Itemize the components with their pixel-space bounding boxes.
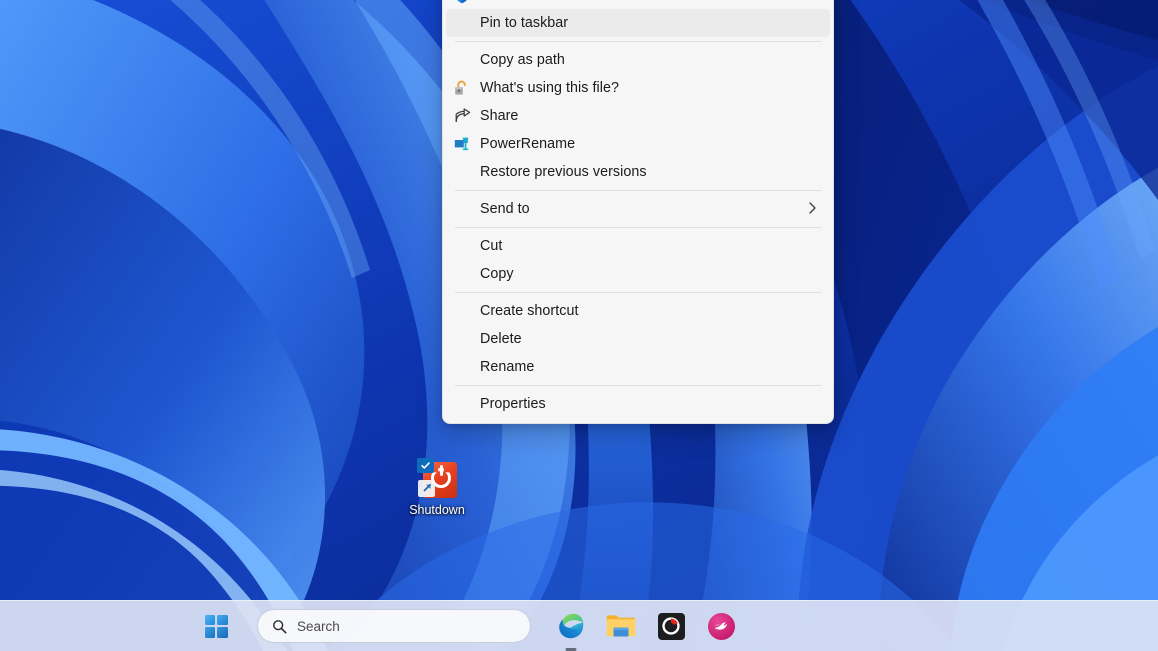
search-box[interactable]: Search xyxy=(257,609,531,643)
menu-item-label: Restore previous versions xyxy=(480,164,820,180)
shutdown-shortcut-icon xyxy=(416,458,458,500)
powerrename-icon xyxy=(454,134,480,154)
menu-item-label: Create shortcut xyxy=(480,303,820,319)
folder-icon xyxy=(606,614,636,638)
menu-item-create-shortcut[interactable]: Create shortcut xyxy=(446,297,830,325)
no-icon xyxy=(454,301,480,321)
menu-item-scan-with-defender[interactable]: Scan with Microsoft Defender… xyxy=(446,0,830,9)
menu-item-label: Copy as path xyxy=(480,52,820,68)
menu-item-label: Copy xyxy=(480,266,820,282)
desktop-icon-label: Shutdown xyxy=(409,503,465,518)
menu-item-share[interactable]: Share xyxy=(446,102,830,130)
dark-ring-app-icon xyxy=(658,613,685,640)
no-icon xyxy=(454,199,480,219)
menu-item-label: Properties xyxy=(480,396,820,412)
menu-item-label: Cut xyxy=(480,238,820,254)
menu-separator xyxy=(455,292,821,293)
onedrive-synced-check-badge xyxy=(417,458,434,473)
windows-start-icon xyxy=(205,615,228,638)
pink-bird-app-icon xyxy=(708,613,735,640)
search-placeholder: Search xyxy=(297,619,340,634)
no-icon xyxy=(454,329,480,349)
taskbar: Search xyxy=(0,600,1158,651)
menu-item-restore-previous-versions[interactable]: Restore previous versions xyxy=(446,158,830,186)
menu-item-rename[interactable]: Rename xyxy=(446,353,830,381)
menu-item-pin-to-taskbar[interactable]: Pin to taskbar xyxy=(446,9,830,37)
defender-shield-icon xyxy=(454,0,480,5)
taskbar-center-group: Search xyxy=(194,604,741,648)
menu-item-properties[interactable]: Properties xyxy=(446,390,830,418)
menu-item-label: Rename xyxy=(480,359,820,375)
menu-item-powerrename[interactable]: PowerRename xyxy=(446,130,830,158)
power-bar xyxy=(440,465,443,476)
no-icon xyxy=(454,236,480,256)
shortcut-arrow-badge xyxy=(418,480,435,497)
file-context-menu[interactable]: Pin to Start Scan with Microsoft Defende… xyxy=(442,0,834,424)
taskbar-app-file-explorer[interactable] xyxy=(601,606,641,646)
menu-separator xyxy=(455,41,821,42)
menu-item-send-to[interactable]: Send to xyxy=(446,195,830,223)
menu-item-label: PowerRename xyxy=(480,136,820,152)
taskbar-app-pink-app[interactable] xyxy=(701,606,741,646)
menu-item-delete[interactable]: Delete xyxy=(446,325,830,353)
no-icon xyxy=(454,394,480,414)
chevron-right-icon xyxy=(809,202,820,216)
menu-separator xyxy=(455,190,821,191)
menu-item-label: Share xyxy=(480,108,820,124)
menu-item-label: Pin to taskbar xyxy=(480,15,820,31)
start-button[interactable] xyxy=(194,604,238,648)
edge-icon xyxy=(557,612,585,640)
menu-item-whats-using-this-file[interactable]: What's using this file? xyxy=(446,74,830,102)
no-icon xyxy=(454,162,480,182)
taskbar-app-microsoft-edge[interactable] xyxy=(551,606,591,646)
menu-separator xyxy=(455,227,821,228)
menu-item-label: Send to xyxy=(480,201,809,217)
no-icon xyxy=(454,13,480,33)
taskbar-app-buttons xyxy=(551,606,741,646)
menu-item-copy[interactable]: Copy xyxy=(446,260,830,288)
menu-item-label: Scan with Microsoft Defender… xyxy=(480,0,820,3)
no-icon xyxy=(454,264,480,284)
menu-item-label: Delete xyxy=(480,331,820,347)
share-arrow-icon xyxy=(454,106,480,126)
taskbar-app-dark-circle-app[interactable] xyxy=(651,606,691,646)
menu-separator xyxy=(455,385,821,386)
menu-item-cut[interactable]: Cut xyxy=(446,232,830,260)
desktop-screen: Shutdown Pin to Start Scan with Microsof… xyxy=(0,0,1158,651)
search-icon xyxy=(272,619,287,634)
menu-item-copy-as-path[interactable]: Copy as path xyxy=(446,46,830,74)
no-icon xyxy=(454,357,480,377)
desktop-icon-shutdown[interactable]: Shutdown xyxy=(399,458,475,526)
open-padlock-icon xyxy=(454,78,480,98)
no-icon xyxy=(454,50,480,70)
menu-item-label: What's using this file? xyxy=(480,80,820,96)
